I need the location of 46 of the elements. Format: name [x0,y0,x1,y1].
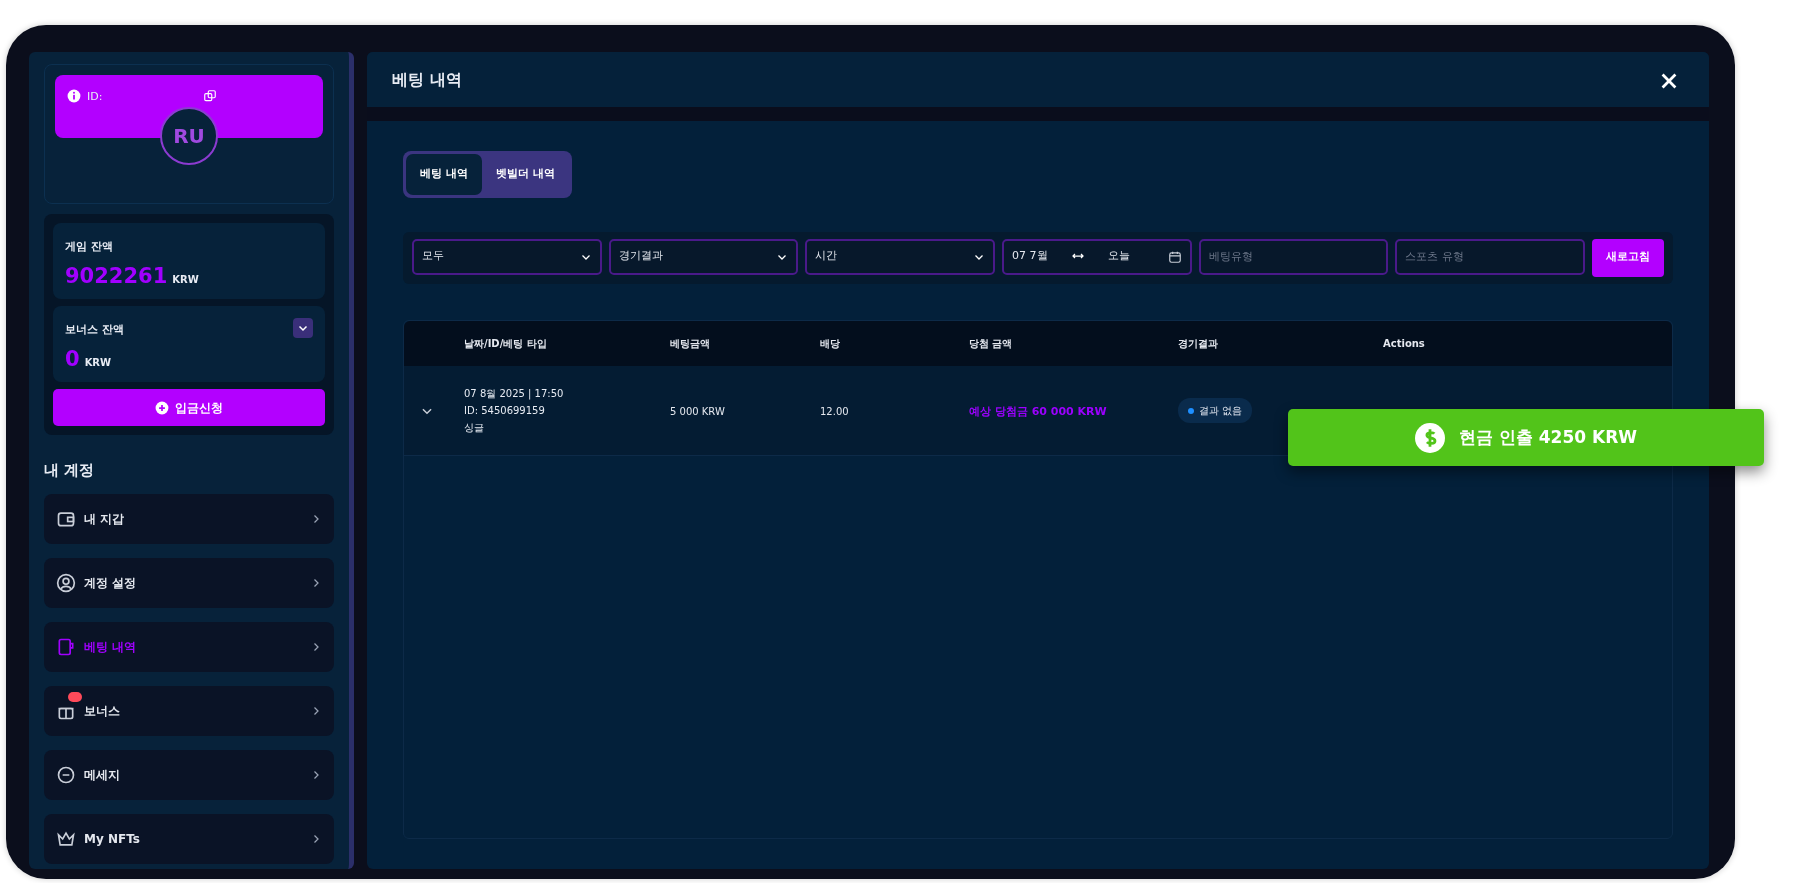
balance-amount: 9022261 [65,264,168,288]
odds-value: 12.00 [820,406,849,417]
refresh-button[interactable]: 새로고침 [1592,238,1665,277]
stake-amount: 5 000 KRW [670,406,725,417]
plus-circle-icon [155,400,169,415]
balance-label: 보너스 잔액 [65,322,124,338]
bet-date: 07 8월 2025 | 17:50 [464,386,565,402]
status-badge: 결과 없음 [1178,398,1253,424]
column-header: 날짜/ID/베팅 타입 [464,336,548,351]
currency-label: KRW [172,274,199,285]
id-label: ID: [87,89,103,105]
menu-item[interactable]: My NFTs [44,813,334,864]
avatar: RU [160,107,218,165]
tab[interactable]: 베팅 내역 [406,154,482,195]
column-header: 경기결과 [1178,336,1219,351]
expected-payout: 예상 당첨금 60 000 KRW [969,405,1107,418]
dollar-icon [1414,422,1445,453]
bet-type: 싱글 [464,420,485,435]
menu-item[interactable]: 내 지갑 [44,493,334,544]
column-header: Actions [1383,336,1426,351]
section-title: 내 계정 [44,460,96,481]
text-field[interactable]: 베팅유형 [1198,238,1389,275]
balance-label: 게임 잔액 [65,239,113,255]
expand-button[interactable] [293,318,313,338]
dropdown[interactable]: 시간 [805,238,995,275]
info-icon [67,89,81,103]
deposit-button[interactable]: 입금신청 [53,389,325,426]
menu-item[interactable]: 계정 설정 [44,557,334,608]
dropdown[interactable]: 모두 [412,238,602,275]
dialog-title: 베팅 내역 [392,68,462,91]
menu-item[interactable]: 보너스 [44,685,334,736]
menu-item[interactable]: 메세지 [44,749,334,800]
copy-icon[interactable] [202,89,217,103]
user-icon [56,572,76,593]
bet-id: ID: 5450699159 [464,403,546,418]
column-header: 당첨 금액 [969,336,1014,351]
column-header: 베팅금액 [670,336,711,351]
tab[interactable]: 벳빌더 내역 [481,154,569,195]
date-range-field[interactable]: 07 7월 오늘 [1002,238,1192,275]
dropdown[interactable]: 경기결과 [608,238,799,275]
text-field[interactable]: 스포츠 유형 [1395,238,1586,275]
balance-amount: 0 [65,347,80,371]
calendar-icon [1167,249,1182,264]
column-header: 배당 [820,336,841,351]
currency-label: KRW [84,357,112,368]
menu-item[interactable]: 베팅 내역 [44,621,334,672]
